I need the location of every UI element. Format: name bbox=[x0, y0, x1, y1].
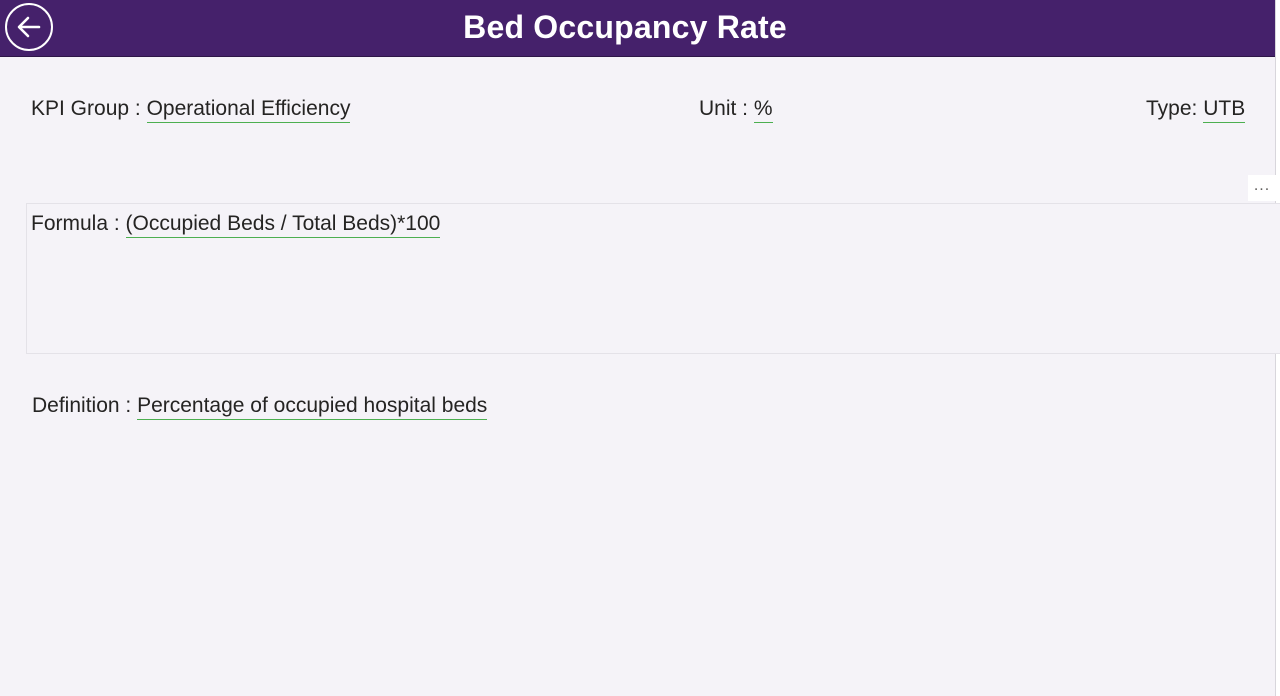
kpi-group-field: KPI Group : Operational Efficiency bbox=[31, 97, 351, 123]
unit-value: % bbox=[753, 97, 773, 123]
definition-value: Percentage of occupied hospital beds bbox=[137, 394, 488, 420]
kpi-group-value: Operational Efficiency bbox=[146, 97, 351, 123]
page-title: Bed Occupancy Rate bbox=[463, 9, 787, 45]
kpi-group-label: KPI Group : bbox=[31, 97, 141, 120]
formula-value: (Occupied Beds / Total Beds)*100 bbox=[125, 212, 441, 238]
formula-field: Formula : (Occupied Beds / Total Beds)*1… bbox=[31, 212, 441, 238]
type-field: Type: UTB bbox=[1146, 97, 1246, 123]
more-options-icon: ... bbox=[1253, 177, 1271, 194]
more-options-button[interactable]: ... bbox=[1248, 175, 1276, 201]
unit-field: Unit : % bbox=[699, 97, 773, 123]
definition-field: Definition : Percentage of occupied hosp… bbox=[32, 394, 488, 420]
type-value: UTB bbox=[1203, 97, 1246, 123]
header-bar: Bed Occupancy Rate bbox=[0, 0, 1276, 57]
formula-label: Formula : bbox=[31, 212, 120, 235]
unit-label: Unit : bbox=[699, 97, 749, 120]
definition-label: Definition : bbox=[32, 394, 132, 417]
type-label: Type: bbox=[1146, 97, 1198, 120]
